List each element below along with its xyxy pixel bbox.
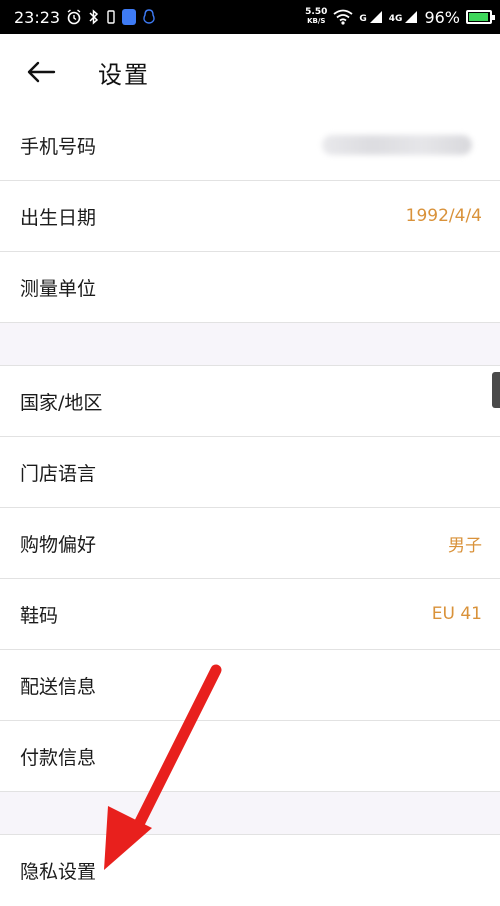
setting-label: 测量单位 — [20, 277, 97, 300]
setting-label: 付款信息 — [20, 746, 97, 769]
phone-number-redacted — [322, 135, 472, 155]
setting-label: 隐私设置 — [20, 861, 97, 883]
qq-icon — [142, 9, 156, 25]
page-title: 设置 — [98, 60, 150, 89]
signal-1-label: G — [359, 13, 367, 24]
network-speed: 5.50 KB/S — [305, 8, 327, 26]
status-left: 23:23 — [14, 8, 156, 27]
status-right: 5.50 KB/S G 4G 96% — [305, 7, 495, 27]
setting-row-phone[interactable]: 手机号码 — [0, 110, 500, 181]
shield-app-icon — [122, 9, 137, 25]
status-bar: 23:23 5.50 KB/S G 4G 96% — [0, 0, 500, 34]
section-divider — [0, 792, 500, 835]
wifi-icon — [333, 9, 353, 25]
status-time: 23:23 — [14, 7, 61, 27]
app-header: 设置 — [0, 34, 500, 110]
settings-list: 手机号码 出生日期 1992/4/4 测量单位 国家/地区 门店语言 购物偏好 … — [0, 110, 500, 906]
network-speed-value: 5.50 — [305, 7, 328, 17]
setting-value: 男子 — [448, 535, 482, 556]
setting-label: 购物偏好 — [20, 533, 97, 556]
cell-signal-1-icon — [369, 10, 383, 24]
setting-label: 门店语言 — [20, 462, 97, 485]
battery-percent: 96% — [424, 7, 460, 27]
cell-signal-2-icon — [404, 10, 418, 24]
setting-row-payment[interactable]: 付款信息 — [0, 721, 500, 792]
back-arrow-icon — [27, 61, 56, 83]
setting-row-shopping-preference[interactable]: 购物偏好 男子 — [0, 508, 500, 579]
alarm-icon — [66, 9, 82, 25]
setting-row-units[interactable]: 测量单位 — [0, 252, 500, 323]
setting-row-birthday[interactable]: 出生日期 1992/4/4 — [0, 181, 500, 252]
setting-value: 1992/4/4 — [405, 206, 482, 226]
signal-2-label: 4G — [388, 13, 403, 24]
scrollbar-handle[interactable] — [492, 372, 500, 408]
setting-label: 国家/地区 — [20, 391, 103, 414]
battery-fill — [469, 13, 488, 21]
battery-icon — [466, 10, 495, 24]
setting-row-privacy[interactable]: 隐私设置 — [0, 835, 500, 906]
setting-row-language[interactable]: 门店语言 — [0, 437, 500, 508]
setting-label: 出生日期 — [20, 206, 97, 229]
setting-label: 手机号码 — [20, 135, 97, 158]
setting-label: 配送信息 — [20, 675, 97, 698]
setting-row-shoe-size[interactable]: 鞋码 EU 41 — [0, 579, 500, 650]
vibrate-icon — [106, 9, 116, 25]
bluetooth-icon — [88, 9, 100, 25]
network-speed-unit: KB/S — [307, 17, 326, 25]
setting-row-shipping[interactable]: 配送信息 — [0, 650, 500, 721]
setting-label: 鞋码 — [20, 604, 59, 627]
setting-row-country[interactable]: 国家/地区 — [0, 366, 500, 437]
back-button[interactable] — [20, 51, 62, 93]
section-divider — [0, 323, 500, 366]
setting-value: EU 41 — [431, 604, 482, 624]
